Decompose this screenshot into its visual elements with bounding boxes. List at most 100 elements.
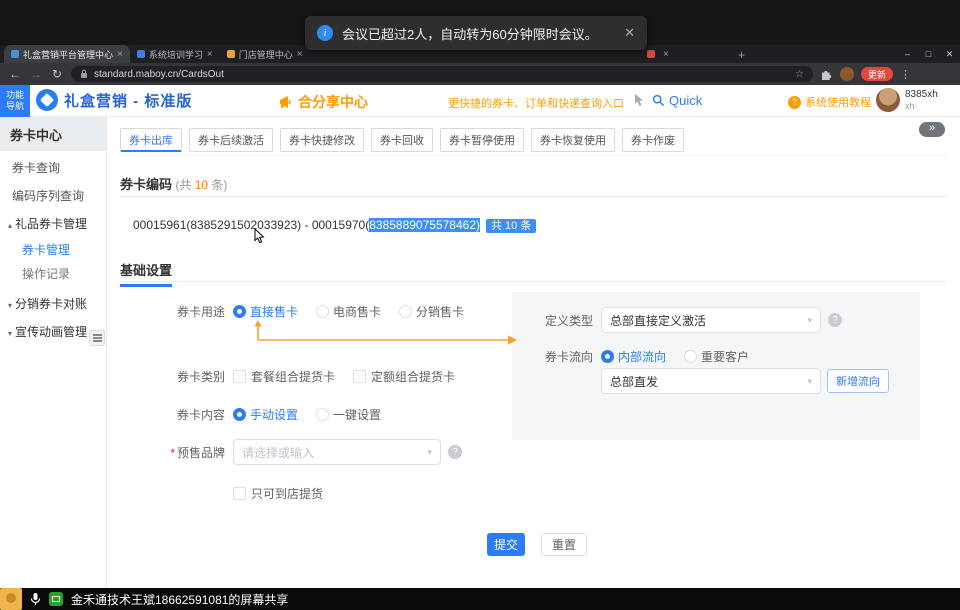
tab-favicon (227, 50, 235, 58)
tutorial-link[interactable]: ? 系统使用教程 (788, 94, 871, 110)
selected-text: 8385889075578462) (369, 218, 480, 232)
checkbox-icon (233, 487, 246, 500)
tab-card-activate[interactable]: 券卡后续激活 (189, 128, 273, 152)
tab-close-icon[interactable]: × (207, 49, 213, 60)
search-icon (652, 94, 665, 107)
tab-card-resume[interactable]: 券卡恢复使用 (531, 128, 615, 152)
mic-icon[interactable] (30, 592, 41, 606)
app-header: 功能 导航 礼盒营销 - 标准版 合分享中心 更快捷的券卡、订单和快递查询入口 (0, 85, 960, 117)
back-button[interactable]: ← (8, 67, 22, 81)
window-minimize-button[interactable]: – (897, 45, 918, 63)
app-logo: 礼盒营销 - 标准版 (36, 89, 192, 111)
sidebar-title: 券卡中心 (0, 117, 106, 151)
reset-button[interactable]: 重置 (541, 533, 587, 556)
flow-select[interactable]: 总部直发 ▾ (601, 368, 821, 394)
promo-text: 更快捷的券卡、订单和快递查询入口 (448, 95, 624, 111)
sidebar-group-gift-card[interactable]: ▴礼品券卡管理 (0, 213, 106, 235)
caret-down-icon: ▾ (8, 329, 12, 338)
define-type-select[interactable]: 总部直接定义激活 ▾ (601, 307, 821, 333)
screen: 礼盒营销平台管理中心 × 系统培训学习 × 门店管理中心 × × + – □ ✕ (0, 0, 960, 610)
user-menu[interactable]: 8385xh xh· (876, 88, 938, 112)
help-icon[interactable]: ? (448, 445, 462, 459)
sidebar-item-op-log[interactable]: 操作记录 (0, 263, 106, 285)
sidebar-group-distribution[interactable]: ▾分销券卡对账 (0, 293, 106, 315)
browser-addressbar: ← → ↻ standard.maboy.cn/CardsOut ☆ 更新 ⋮ (0, 63, 960, 85)
count-badge: 共 10 条 (486, 219, 536, 233)
quick-search-link[interactable]: Quick (652, 93, 702, 108)
new-tab-button[interactable]: + (734, 47, 749, 62)
browser-tab-store-admin[interactable]: 门店管理中心 × (220, 45, 310, 63)
checkbox-icon (233, 370, 246, 383)
submit-button[interactable]: 提交 (487, 533, 525, 556)
extensions-icon[interactable] (820, 68, 833, 81)
window-close-button[interactable]: ✕ (939, 45, 960, 63)
browser-tab-training[interactable]: 系统培训学习 × (130, 45, 220, 63)
tab-close-icon[interactable]: × (663, 49, 669, 60)
sidebar-item-card-manage[interactable]: 券卡管理 (0, 239, 106, 261)
browser-menu-icon[interactable]: ⋮ (900, 68, 911, 81)
chevron-down-icon: ▾ (807, 315, 812, 326)
checkbox-store-pickup-only[interactable]: 只可到店提货 (233, 485, 323, 502)
tutorial-icon: ? (788, 96, 801, 109)
expand-panel-button[interactable]: » (919, 122, 945, 137)
refresh-button[interactable]: ↻ (50, 67, 64, 81)
bookmark-star-icon[interactable]: ☆ (795, 69, 804, 80)
radio-one-click-set[interactable]: 一键设置 (316, 406, 381, 423)
card-code-line: 00015961(8385291502033923) - 00015970(83… (133, 217, 536, 233)
nav-toggle-button[interactable]: 功能 导航 (0, 85, 30, 117)
radio-icon (399, 305, 412, 318)
sidebar-collapse-button[interactable] (89, 330, 105, 346)
update-button[interactable]: 更新 (861, 67, 893, 81)
info-icon: i (317, 25, 333, 41)
megaphone-icon (278, 95, 293, 109)
tab-card-void[interactable]: 券卡作废 (622, 128, 684, 152)
checkbox-icon (353, 370, 366, 383)
radio-internal-flow[interactable]: 内部流向 (601, 348, 666, 365)
card-flow-label: 券卡流向 (533, 348, 593, 365)
lock-icon (80, 69, 88, 79)
radio-icon (233, 305, 246, 318)
app-logo-icon (36, 89, 58, 111)
window-maximize-button[interactable]: □ (918, 45, 939, 63)
url-text: standard.maboy.cn/CardsOut (94, 69, 789, 80)
browser-tab-gift-admin[interactable]: 礼盒营销平台管理中心 × (4, 45, 130, 63)
divider (120, 196, 947, 197)
tab-close-icon[interactable]: × (117, 49, 123, 60)
brand-select[interactable]: 请选择或输入 ▾ (233, 439, 441, 465)
tabs-divider (120, 155, 947, 156)
category-label: 券卡类别 (140, 368, 225, 385)
checkbox-package-combo[interactable]: 套餐组合提货卡 (233, 368, 335, 385)
tab-card-out[interactable]: 券卡出库 (120, 128, 182, 152)
screen-share-icon (49, 592, 63, 606)
tab-favicon (11, 50, 19, 58)
toast-close-icon[interactable]: ✕ (624, 25, 635, 41)
hamburger-icon (93, 333, 102, 343)
tab-card-recycle[interactable]: 券卡回收 (371, 128, 433, 152)
add-flow-button[interactable]: 新增流向 (827, 369, 889, 393)
forward-button[interactable]: → (29, 67, 43, 81)
meeting-toast: i 会议已超过2人，自动转为60分钟限时会议。 ✕ (305, 16, 647, 50)
radio-icon (316, 408, 329, 421)
chevron-down-icon: ▾ (427, 447, 432, 458)
sidebar-item-code-seq[interactable]: 编码序列查询 (0, 185, 106, 207)
share-center-link[interactable]: 合分享中心 (278, 92, 368, 112)
radio-manual-set[interactable]: 手动设置 (233, 406, 298, 423)
tab-favicon (647, 50, 655, 58)
radio-icon (601, 350, 614, 363)
help-icon[interactable]: ? (828, 313, 842, 327)
section-basic-settings: 基础设置 (120, 260, 172, 287)
radio-important-customer[interactable]: 重要客户 (684, 348, 749, 365)
sidebar: 券卡中心 券卡查询 编码序列查询 ▴礼品券卡管理 券卡管理 操作记录 ▾分销券卡… (0, 117, 107, 588)
tab-close-icon[interactable]: × (297, 49, 303, 60)
profile-avatar[interactable] (840, 67, 854, 81)
row-store-pickup: 只可到店提货 (140, 485, 341, 502)
checkbox-fixed-combo[interactable]: 定额组合提货卡 (353, 368, 455, 385)
address-input[interactable]: standard.maboy.cn/CardsOut ☆ (71, 66, 813, 82)
tab-card-pause[interactable]: 券卡暂停使用 (440, 128, 524, 152)
tab-card-quick-edit[interactable]: 券卡快捷修改 (280, 128, 364, 152)
row-flow-select: 总部直发 ▾ 新增流向 (533, 368, 889, 394)
mouse-cursor (254, 229, 265, 249)
sidebar-item-card-query[interactable]: 券卡查询 (0, 157, 106, 179)
user-avatar (876, 88, 900, 112)
browser-tab-partial[interactable]: × (640, 45, 726, 63)
